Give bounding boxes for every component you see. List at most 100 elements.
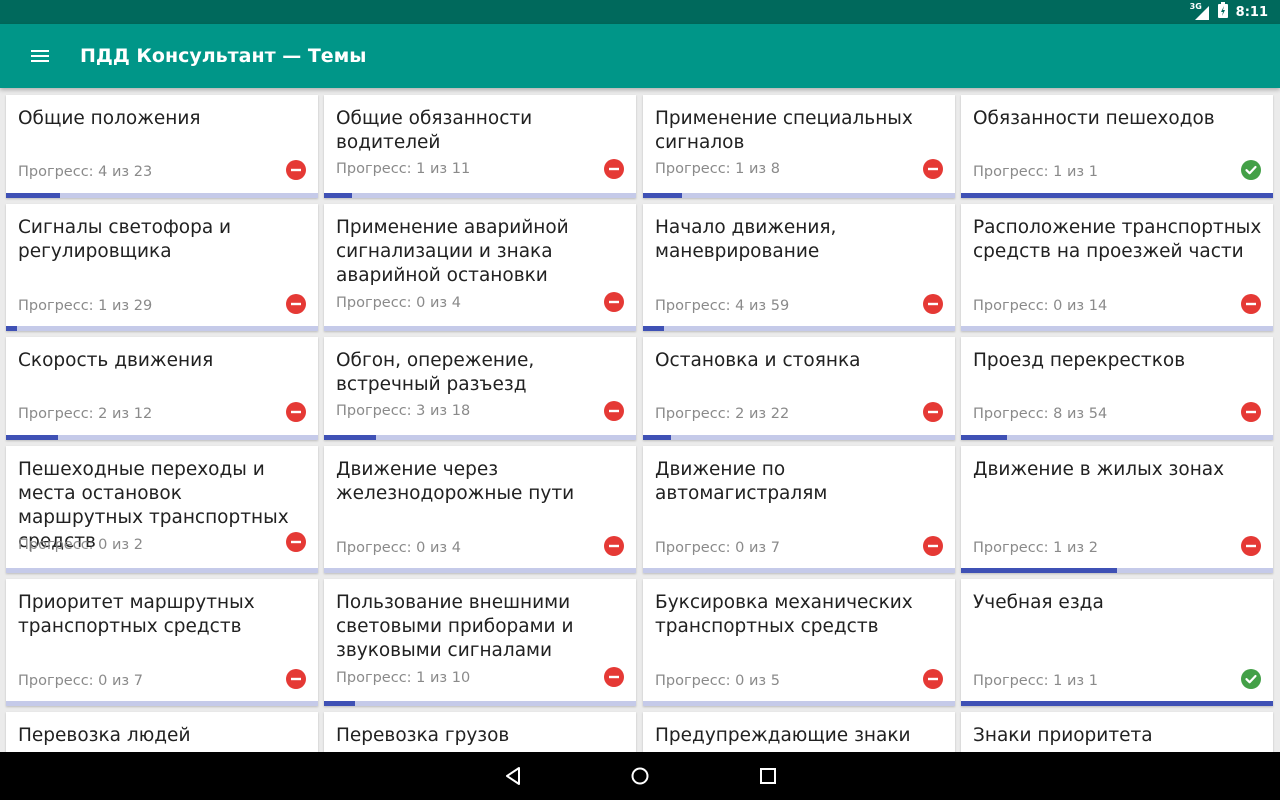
home-button[interactable] (616, 752, 664, 800)
topic-progress-bar (6, 701, 318, 706)
topic-card[interactable]: Приоритет маршрутных транспортных средст… (6, 579, 318, 706)
page-title: ПДД Консультант — Темы (80, 45, 367, 67)
topic-progress-fill (961, 701, 1273, 706)
topic-progress-text: Прогресс: 4 из 59 (655, 298, 790, 314)
completed-check-icon (1241, 160, 1261, 180)
topic-card[interactable]: Учебная езда Прогресс: 1 из 1 (961, 579, 1273, 706)
topic-card[interactable]: Движение по автомагистралям Прогресс: 0 и… (643, 446, 955, 573)
topic-progress-bar (643, 435, 955, 440)
topic-card[interactable]: Перевозка людей (6, 712, 318, 752)
topic-progress-bar (643, 568, 955, 573)
topic-title: Расположение транспортных средств на про… (973, 217, 1262, 262)
topic-card[interactable]: Обгон, опережение, встречный разъезд Прог… (324, 337, 636, 440)
topic-card[interactable]: Пользование внешними световыми приборами… (324, 579, 636, 706)
incomplete-minus-icon (1241, 536, 1261, 556)
status-icons: 3G 8:11 (1190, 0, 1268, 24)
topic-progress-fill (961, 193, 1273, 198)
topic-progress-bar (643, 701, 955, 706)
topic-progress-text: Прогресс: 1 из 1 (973, 164, 1098, 180)
topic-title: Общие положения (18, 108, 201, 129)
recents-button[interactable] (744, 752, 792, 800)
topic-progress-bar (324, 326, 636, 331)
topic-progress-text: Прогресс: 0 из 14 (973, 298, 1108, 314)
topic-title: Предупреждающие знаки (655, 725, 911, 746)
home-circle-icon (631, 767, 649, 785)
topic-progress-bar (324, 701, 636, 706)
battery-icon (1217, 2, 1228, 22)
clock: 8:11 (1235, 4, 1268, 20)
topic-progress-text: Прогресс: 0 из 7 (18, 673, 143, 689)
incomplete-minus-icon (923, 159, 943, 179)
topic-title: Буксировка механических транспортных сре… (655, 592, 913, 637)
topic-title: Применение специальных сигналов (655, 108, 913, 153)
topic-progress-text: Прогресс: 1 из 10 (336, 670, 471, 686)
topic-progress-bar (324, 435, 636, 440)
topic-title: Обгон, опережение, встречный разъезд (336, 350, 535, 395)
topic-card[interactable]: Применение специальных сигналов Прогресс:… (643, 95, 955, 198)
topic-card[interactable]: Знаки приоритета (961, 712, 1273, 752)
topic-progress-text: Прогресс: 2 из 22 (655, 406, 790, 422)
topic-title: Учебная езда (973, 592, 1104, 613)
topic-progress-fill (6, 193, 61, 198)
topic-progress-text: Прогресс: 1 из 8 (655, 161, 780, 177)
topic-title: Перевозка людей (18, 725, 191, 746)
topic-title: Применение аварийной сигнализации и знак… (336, 217, 569, 286)
topic-card[interactable]: Буксировка механических транспортных сре… (643, 579, 955, 706)
topic-title: Движение по автомагистралям (655, 459, 828, 504)
topic-card[interactable]: Перевозка грузов (324, 712, 636, 752)
incomplete-minus-icon (923, 402, 943, 422)
navigation-bar (0, 752, 1280, 800)
topic-progress-bar (961, 701, 1273, 706)
topic-title: Движение через железнодорожные пути (336, 459, 575, 504)
topic-progress-bar (6, 568, 318, 573)
topic-progress-text: Прогресс: 0 из 5 (655, 673, 780, 689)
recents-square-icon (760, 768, 776, 784)
topic-title: Общие обязанности водителей (336, 108, 533, 153)
topic-card[interactable]: Общие обязанности водителей Прогресс: 1 и… (324, 95, 636, 198)
topic-card[interactable]: Расположение транспортных средств на про… (961, 204, 1273, 331)
topic-progress-text: Прогресс: 2 из 12 (18, 406, 153, 422)
signal-icon: 3G (1190, 2, 1210, 20)
topic-title: Приоритет маршрутных транспортных средст… (18, 592, 255, 637)
app-bar: ПДД Консультант — Темы (0, 24, 1280, 88)
back-button[interactable] (489, 752, 537, 800)
topics-grid: Общие положения Прогресс: 4 из 23 Общие об… (0, 88, 1280, 752)
topic-progress-bar (961, 568, 1273, 573)
topic-progress-fill (643, 326, 665, 331)
topic-progress-fill (643, 435, 672, 440)
topic-card[interactable]: Пешеходные переходы и места остановок ма… (6, 446, 318, 573)
topic-card[interactable]: Общие положения Прогресс: 4 из 23 (6, 95, 318, 198)
topic-title: Остановка и стоянка (655, 350, 861, 371)
topic-card[interactable]: Остановка и стоянка Прогресс: 2 из 22 (643, 337, 955, 440)
topic-progress-text: Прогресс: 4 из 23 (18, 164, 153, 180)
incomplete-minus-icon (604, 401, 624, 421)
incomplete-minus-icon (923, 536, 943, 556)
topic-progress-text: Прогресс: 1 из 29 (18, 298, 153, 314)
topic-card[interactable]: Обязанности пешеходов Прогресс: 1 из 1 (961, 95, 1273, 198)
topic-card[interactable]: Сигналы светофора и регулировщика Прогрес… (6, 204, 318, 331)
topic-progress-bar (324, 568, 636, 573)
incomplete-minus-icon (286, 532, 306, 552)
topic-card[interactable]: Проезд перекрестков Прогресс: 8 из 54 (961, 337, 1273, 440)
topic-progress-text: Прогресс: 8 из 54 (973, 406, 1108, 422)
topic-card[interactable]: Движение в жилых зонах Прогресс: 1 из 2 (961, 446, 1273, 573)
status-bar: 3G 8:11 (0, 0, 1280, 24)
topic-progress-fill (6, 326, 17, 331)
topic-card[interactable]: Начало движения, маневрирование Прогресс:… (643, 204, 955, 331)
topic-progress-bar (961, 326, 1273, 331)
topic-title: Пользование внешними световыми приборами… (336, 592, 574, 661)
topic-progress-fill (324, 435, 376, 440)
topic-progress-text: Прогресс: 3 из 18 (336, 403, 471, 419)
topic-card[interactable]: Скорость движения Прогресс: 2 из 12 (6, 337, 318, 440)
incomplete-minus-icon (923, 669, 943, 689)
topic-progress-text: Прогресс: 0 из 2 (18, 537, 143, 553)
topic-card[interactable]: Применение аварийной сигнализации и знак… (324, 204, 636, 331)
topic-progress-text: Прогресс: 1 из 11 (336, 161, 471, 177)
topic-card[interactable]: Движение через железнодорожные пути Прогр… (324, 446, 636, 573)
topic-title: Сигналы светофора и регулировщика (18, 217, 232, 262)
incomplete-minus-icon (286, 402, 306, 422)
topic-card[interactable]: Предупреждающие знаки (643, 712, 955, 752)
menu-button[interactable] (20, 36, 60, 76)
incomplete-minus-icon (604, 667, 624, 687)
incomplete-minus-icon (604, 159, 624, 179)
